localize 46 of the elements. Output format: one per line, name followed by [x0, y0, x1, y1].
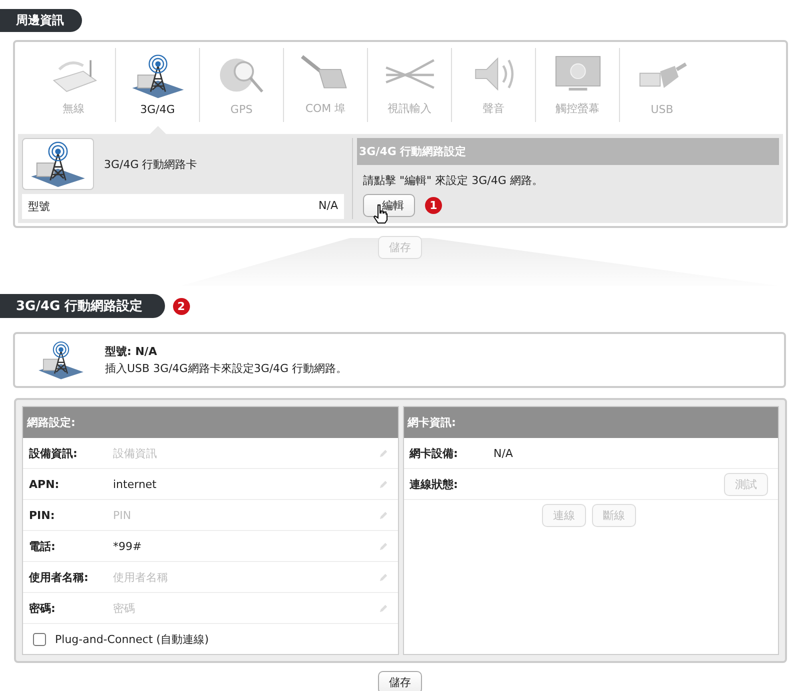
model-label: 型號	[28, 199, 50, 214]
pencil-icon	[378, 542, 388, 550]
input-field[interactable]: *99#	[113, 540, 378, 552]
device-name: 3G/4G 行動網路卡	[104, 156, 198, 172]
save-button[interactable]: 儲存	[378, 671, 422, 691]
peripheral-tab[interactable]: COM 埠	[284, 48, 368, 122]
peripheral-tab[interactable]: 視訊輸入	[368, 48, 452, 122]
model-value: N/A	[318, 199, 338, 214]
input-field[interactable]: 設備資訊	[113, 446, 378, 460]
description-text: 插入USB 3G/4G網路卡來設定3G/4G 行動網路。	[105, 361, 348, 376]
callout-number: 2	[172, 298, 190, 314]
column-header: 網路設定:	[23, 407, 398, 438]
edit-button[interactable]: 編輯	[363, 194, 415, 217]
peripheral-tab[interactable]: 無線	[32, 48, 116, 122]
instruction-text: 請點擊 "編輯" 來設定 3G/4G 網路。	[363, 173, 544, 188]
field-label: 密碼:	[29, 600, 56, 616]
input-field[interactable]: PIN	[113, 508, 378, 522]
callout-number: 1	[425, 197, 442, 214]
panel-header: 3G/4G 行動網路設定	[357, 138, 779, 165]
field-label: APN:	[29, 478, 60, 490]
pencil-icon	[378, 510, 388, 520]
column-header: 網卡資訊:	[404, 407, 778, 438]
pencil-icon	[378, 448, 388, 458]
pencil-icon	[378, 604, 388, 612]
checkbox-label: Plug-and-Connect (自動連線)	[55, 632, 209, 646]
field-label: PIN:	[29, 508, 56, 522]
pencil-icon	[378, 572, 388, 582]
field-label: 使用者名稱:	[29, 570, 90, 584]
section-title: 3G/4G 行動網路設定	[0, 294, 165, 318]
field-label: 電話:	[29, 538, 56, 554]
input-field[interactable]: internet	[113, 478, 378, 490]
model-text: 型號: N/A	[105, 344, 158, 359]
field-value: N/A	[494, 446, 513, 460]
input-field[interactable]: 使用者名稱	[113, 570, 378, 584]
section-title: 周邊資訊	[0, 9, 82, 32]
peripheral-tab[interactable]: GPS	[200, 48, 284, 122]
peripheral-tab[interactable]: 聲音	[452, 48, 536, 122]
input-field[interactable]: 密碼	[113, 602, 378, 614]
checkbox[interactable]	[33, 632, 46, 646]
peripheral-tab[interactable]: USB	[620, 48, 704, 122]
pencil-icon	[378, 480, 388, 488]
peripheral-tab[interactable]: 觸控螢幕	[536, 48, 620, 122]
field-label: 連線狀態:	[410, 476, 459, 492]
cell-tower-icon	[37, 340, 85, 380]
field-label: 網卡設備:	[410, 446, 459, 460]
field-label: 設備資訊:	[29, 446, 78, 460]
